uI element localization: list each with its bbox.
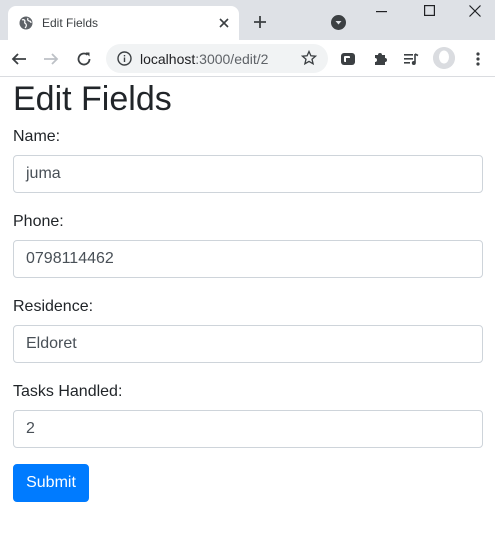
window-close-icon[interactable] bbox=[469, 5, 481, 17]
page-title: Edit Fields bbox=[13, 80, 172, 118]
extension-icon[interactable] bbox=[340, 51, 356, 67]
media-icon[interactable] bbox=[403, 51, 419, 67]
tab-search-icon[interactable] bbox=[331, 15, 346, 30]
tab-strip: Edit Fields bbox=[0, 0, 495, 40]
tasks-input[interactable]: 2 bbox=[13, 410, 483, 448]
url-path: :3000/edit/2 bbox=[195, 51, 269, 67]
puzzle-icon[interactable] bbox=[372, 51, 388, 67]
phone-group: Phone: 0798114462 bbox=[13, 212, 483, 278]
reload-icon[interactable] bbox=[76, 51, 92, 67]
globe-icon bbox=[19, 16, 33, 30]
plus-icon[interactable] bbox=[253, 15, 267, 29]
back-icon[interactable] bbox=[11, 51, 27, 67]
maximize-icon[interactable] bbox=[424, 5, 435, 16]
residence-input[interactable]: Eldoret bbox=[13, 325, 483, 363]
url-host: localhost bbox=[140, 51, 196, 67]
forward-icon[interactable] bbox=[43, 51, 59, 67]
url-text[interactable]: localhost:3000/edit/2 bbox=[140, 51, 268, 67]
tab-title: Edit Fields bbox=[42, 16, 99, 30]
name-group: Name: juma bbox=[13, 127, 483, 193]
edit-form-page: Edit Fields Name: juma Phone: 0798114462… bbox=[13, 77, 483, 502]
residence-label: Residence: bbox=[13, 298, 94, 315]
profile-icon bbox=[433, 47, 455, 69]
close-icon[interactable] bbox=[218, 17, 230, 29]
phone-input[interactable]: 0798114462 bbox=[13, 240, 483, 278]
name-label: Name: bbox=[13, 128, 61, 145]
minimize-icon[interactable] bbox=[376, 11, 387, 13]
more-icon[interactable] bbox=[470, 51, 486, 67]
browser-tab[interactable]: Edit Fields bbox=[8, 6, 239, 40]
submit-button[interactable]: Submit bbox=[13, 464, 89, 502]
avatar[interactable] bbox=[433, 47, 455, 69]
browser-toolbar: localhost:3000/edit/2 bbox=[0, 40, 495, 77]
address-bar[interactable]: localhost:3000/edit/2 bbox=[106, 44, 328, 73]
name-input[interactable]: juma bbox=[13, 155, 483, 193]
phone-label: Phone: bbox=[13, 213, 64, 230]
star-icon[interactable] bbox=[301, 50, 317, 66]
info-icon[interactable] bbox=[117, 51, 132, 66]
edit-form: Name: juma Phone: 0798114462 Residence: … bbox=[13, 127, 483, 502]
tasks-label: Tasks Handled: bbox=[13, 383, 123, 400]
residence-group: Residence: Eldoret bbox=[13, 297, 483, 363]
tasks-group: Tasks Handled: 2 bbox=[13, 382, 483, 448]
